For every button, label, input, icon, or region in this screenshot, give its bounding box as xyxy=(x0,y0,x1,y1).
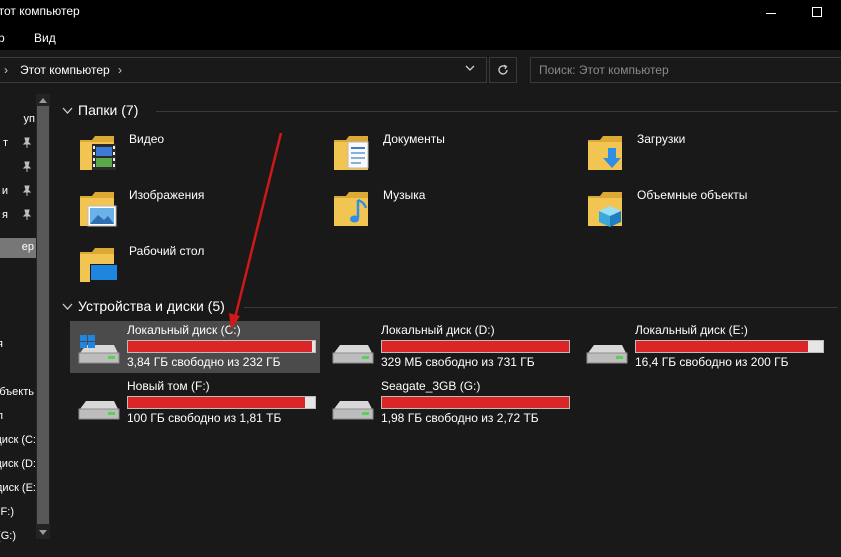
folder-music[interactable]: Музыка xyxy=(326,182,556,234)
desktop-folder-icon xyxy=(80,248,118,282)
usage-bar-fill xyxy=(382,341,569,352)
group-header-drives[interactable]: Устройства и диски (5) xyxy=(62,298,225,314)
group-divider xyxy=(244,307,838,308)
usage-bar xyxy=(635,340,824,353)
breadcrumb-chevron-icon[interactable]: › xyxy=(118,63,122,77)
pin-icon xyxy=(22,137,32,148)
drive-icon xyxy=(332,401,374,420)
usage-bar-fill xyxy=(128,397,305,408)
sidebar-item-pinned-1[interactable]: т xyxy=(0,134,40,154)
usage-bar xyxy=(127,396,316,409)
sidebar-item-drive-e[interactable]: диск (E: xyxy=(0,479,40,499)
sidebar-scrollbar[interactable] xyxy=(36,94,50,539)
sidebar-item-pinned-4[interactable]: я xyxy=(0,206,40,226)
sidebar-item-7[interactable]: я xyxy=(0,335,40,355)
maximize-button[interactable] xyxy=(794,0,840,24)
search-input[interactable]: Поиск: Этот компьютер xyxy=(530,57,841,83)
system-drive-icon xyxy=(78,335,120,364)
maximize-icon xyxy=(812,7,822,17)
pin-icon xyxy=(22,209,32,220)
scroll-down-icon[interactable] xyxy=(39,530,47,535)
pictures-folder-icon xyxy=(80,192,117,227)
drive-e[interactable]: Локальный диск (E:) 16,4 ГБ свободно из … xyxy=(578,321,828,373)
usage-bar xyxy=(127,340,316,353)
menu-item-view[interactable]: Вид xyxy=(34,31,56,45)
pin-icon xyxy=(22,161,32,172)
collapse-chevron-icon[interactable] xyxy=(62,106,74,118)
sidebar-item-drive-c[interactable]: диск (С: xyxy=(0,431,40,451)
usage-bar-fill xyxy=(382,397,569,408)
address-dropdown-icon[interactable] xyxy=(464,62,476,77)
pin-icon xyxy=(22,185,32,196)
usage-bar xyxy=(381,340,570,353)
drive-icon xyxy=(586,345,628,364)
breadcrumb-current[interactable]: Этот компьютер xyxy=(20,63,110,77)
drive-d[interactable]: Локальный диск (D:) 329 МБ свободно из 7… xyxy=(324,321,574,373)
sidebar-item-drive-d[interactable]: диск (D: xyxy=(0,455,40,475)
main-content: Папки (7) Видео Документы Загрузки Изобр… xyxy=(52,90,841,557)
downloads-folder-icon xyxy=(588,136,622,170)
folder-video[interactable]: Видео xyxy=(72,126,302,178)
sidebar-item-pinned-2[interactable] xyxy=(0,158,40,178)
title-bar: Этот компьютер xyxy=(0,0,841,24)
minimize-icon xyxy=(766,12,776,14)
group-header-folders[interactable]: Папки (7) xyxy=(62,102,138,118)
sidebar-item-this-pc[interactable]: ер xyxy=(0,238,40,258)
drive-c[interactable]: Локальный диск (C:) 3,84 ГБ свободно из … xyxy=(70,321,320,373)
refresh-icon xyxy=(498,64,508,75)
navigation-bar: › Этот компьютер › Поиск: Этот компьютер xyxy=(0,50,841,90)
sidebar-item-drive-f[interactable]: F:) xyxy=(0,503,40,523)
menu-bar: р Вид xyxy=(0,24,841,50)
folder-desktop[interactable]: Рабочий стол xyxy=(72,238,302,290)
folder-documents[interactable]: Документы xyxy=(326,126,556,178)
documents-folder-icon xyxy=(334,136,369,170)
navigation-pane: уп т и я ер я объекть л диск (С: диск (D… xyxy=(0,90,40,557)
usage-bar-fill xyxy=(128,341,312,352)
sidebar-item-pinned-3[interactable]: и xyxy=(0,182,40,202)
scroll-up-icon[interactable] xyxy=(39,98,47,103)
refresh-button[interactable] xyxy=(489,57,517,83)
usage-bar-fill xyxy=(636,341,808,352)
video-folder-icon xyxy=(80,136,116,170)
folder-3d-objects[interactable]: Объемные объекты xyxy=(580,182,810,234)
sidebar-item-9[interactable]: л xyxy=(0,407,40,427)
usage-bar xyxy=(381,396,570,409)
sidebar-item-quick-access[interactable]: уп xyxy=(0,110,40,130)
drive-f[interactable]: Новый том (F:) 100 ГБ свободно из 1,81 Т… xyxy=(70,377,320,429)
drive-icon xyxy=(332,345,374,364)
sidebar-item-3d-objects[interactable]: объекть xyxy=(0,383,40,403)
minimize-button[interactable] xyxy=(748,0,794,24)
sidebar-item-drive-g[interactable]: (G:) xyxy=(0,527,40,547)
drive-icon xyxy=(78,401,120,420)
music-folder-icon xyxy=(334,192,368,226)
breadcrumb-chevron-icon: › xyxy=(4,63,8,77)
folder-downloads[interactable]: Загрузки xyxy=(580,126,810,178)
address-bar[interactable]: › Этот компьютер › xyxy=(0,57,487,83)
window-title: Этот компьютер xyxy=(0,4,80,18)
3d-objects-folder-icon xyxy=(588,192,622,227)
scroll-thumb[interactable] xyxy=(37,106,49,524)
search-placeholder: Поиск: Этот компьютер xyxy=(539,63,669,77)
collapse-chevron-icon[interactable] xyxy=(62,302,74,314)
drive-g[interactable]: Seagate_3GB (G:) 1,98 ГБ свободно из 2,7… xyxy=(324,377,574,429)
menu-item-share[interactable]: р xyxy=(0,31,5,45)
group-divider xyxy=(156,111,838,112)
folder-pictures[interactable]: Изображения xyxy=(72,182,302,234)
